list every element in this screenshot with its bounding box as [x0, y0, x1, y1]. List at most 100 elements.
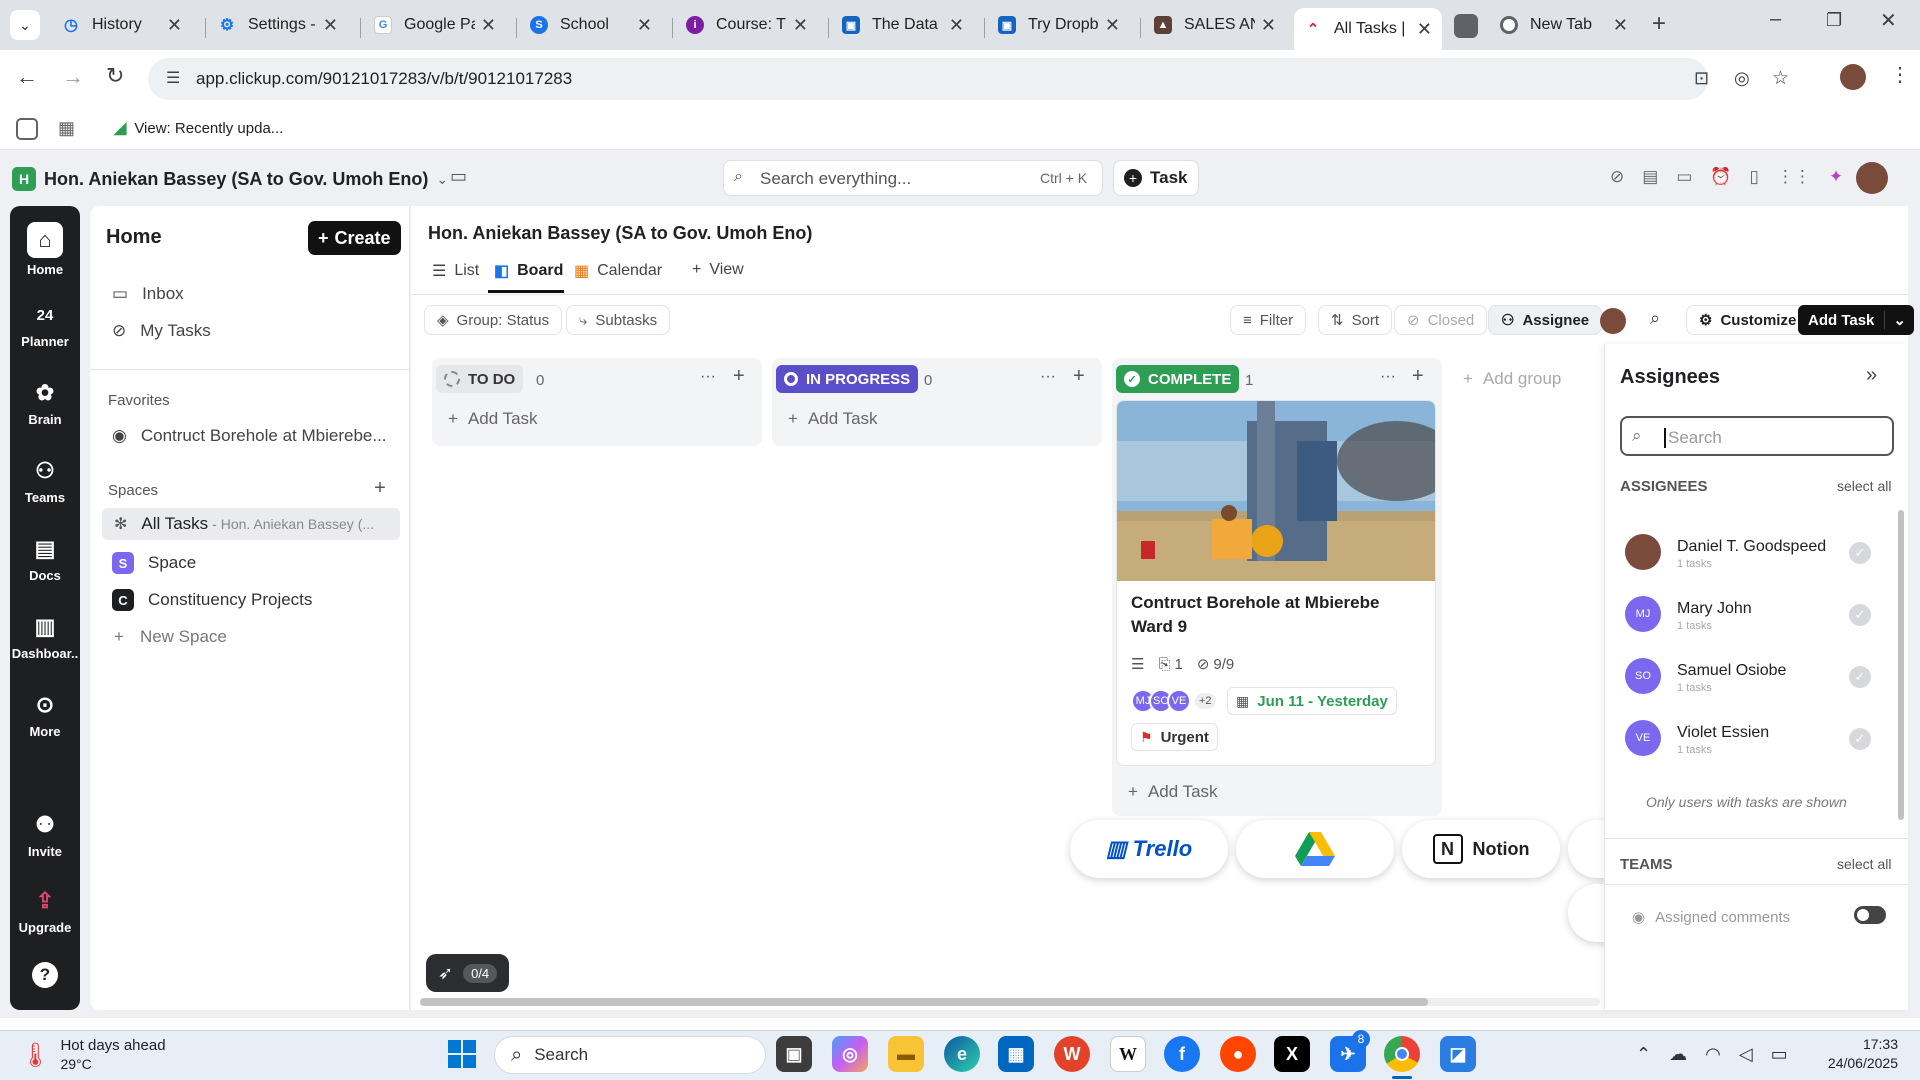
teams-select-all-link[interactable]: select all — [1837, 856, 1891, 872]
menu-icon[interactable]: ⋮ — [1890, 62, 1910, 87]
select-all-link[interactable]: select all — [1837, 478, 1891, 494]
file-explorer-icon[interactable]: ▬ — [888, 1036, 924, 1072]
tab-board[interactable]: ◧ Board — [494, 261, 563, 281]
close-icon[interactable]: ✕ — [793, 15, 808, 36]
check-icon[interactable]: ✓ — [1849, 728, 1871, 750]
battery-icon[interactable]: ▭ — [1771, 1044, 1788, 1065]
more-dots-icon[interactable]: ··· — [700, 368, 716, 386]
reading-mode-icon[interactable] — [16, 118, 38, 140]
closed-button[interactable]: ⊘ Closed — [1394, 305, 1488, 335]
due-date[interactable]: ▦ Jun 11 - Yesterday — [1227, 687, 1397, 715]
tab-new-tab[interactable]: New Tab ✕ — [1490, 8, 1638, 42]
me-avatar[interactable] — [1600, 308, 1626, 334]
sort-button[interactable]: ⇅ Sort — [1318, 305, 1393, 335]
add-task-in-progress[interactable]: + Add Task — [788, 409, 878, 429]
rail-upgrade[interactable]: ⇪ Upgrade — [10, 886, 80, 935]
new-tab-icon[interactable]: + — [1652, 10, 1666, 38]
chrome-taskbar-icon[interactable] — [1384, 1036, 1420, 1072]
rail-home[interactable]: ⌂ Home — [10, 222, 80, 277]
add-task-complete[interactable]: + Add Task — [1128, 782, 1218, 802]
assignee-button[interactable]: ⚇ Assignee — [1488, 305, 1603, 335]
add-icon[interactable]: + — [733, 365, 745, 388]
video-icon[interactable]: ▭ — [1676, 167, 1692, 187]
tab-history[interactable]: ◷ History ✕ — [52, 8, 192, 42]
alarm-icon[interactable]: ⏰ — [1710, 167, 1731, 187]
weather-widget[interactable]: 🌡 Hot days ahead 29°C — [20, 1030, 166, 1080]
new-task-button[interactable]: + Task — [1113, 160, 1199, 196]
maximize-icon[interactable]: ❐ — [1826, 10, 1842, 31]
check-icon[interactable]: ✓ — [1849, 604, 1871, 626]
close-icon[interactable]: ✕ — [1613, 15, 1628, 36]
close-icon[interactable]: ✕ — [1261, 15, 1276, 36]
more-dots-icon[interactable]: ··· — [1040, 368, 1056, 386]
notepad-icon[interactable]: ▤ — [1642, 167, 1658, 187]
rail-planner[interactable]: 24 Planner — [10, 300, 80, 350]
clock[interactable]: 17:33 24/06/2025 — [1818, 1035, 1898, 1073]
check-icon[interactable]: ✓ — [1849, 666, 1871, 688]
check-icon[interactable]: ✓ — [1849, 542, 1871, 564]
notion-card[interactable]: N Notion — [1402, 820, 1560, 878]
more-dots-icon[interactable]: ··· — [1380, 368, 1396, 386]
volume-icon[interactable]: ◁ — [1739, 1044, 1753, 1065]
sidebar-item-my-tasks[interactable]: ⊘ My Tasks — [112, 321, 211, 341]
bookmark-item[interactable]: ◢ View: Recently upda... — [114, 118, 283, 138]
rail-teams[interactable]: ⚇ Teams — [10, 456, 80, 505]
collapse-panel-icon[interactable]: » — [1866, 364, 1877, 387]
sidebar-item-space[interactable]: S Space — [112, 552, 196, 574]
tab-group-icon[interactable] — [1454, 14, 1478, 38]
onboarding-progress[interactable]: ➶ 0/4 — [426, 954, 510, 992]
add-view-button[interactable]: + View — [692, 261, 744, 279]
help-icon[interactable]: ? — [32, 962, 58, 988]
rail-dashboards[interactable]: ▥ Dashboar.. — [10, 612, 80, 661]
calendar-icon[interactable]: ▭ — [450, 166, 467, 187]
add-task-button[interactable]: Add Task ⌄ — [1798, 305, 1914, 335]
tab-settings[interactable]: ⚙ Settings - ✕ — [208, 8, 348, 42]
tab-list[interactable]: ☰ List — [432, 261, 479, 281]
site-info-icon[interactable]: ☰ — [166, 68, 180, 88]
add-task-todo[interactable]: + Add Task — [448, 409, 538, 429]
assignee-row[interactable]: Daniel T. Goodspeed 1 tasks ✓ — [1625, 528, 1875, 578]
forward-icon[interactable]: → — [62, 64, 84, 90]
address-bar[interactable]: ☰ app.clickup.com/90121017283/v/b/t/9012… — [148, 58, 1789, 100]
edge-icon[interactable]: e — [944, 1036, 980, 1072]
assignee-row[interactable]: MJ Mary John 1 tasks ✓ — [1625, 590, 1875, 640]
tab-calendar[interactable]: ▦ Calendar — [574, 261, 662, 281]
assignee-row[interactable]: VE Violet Essien 1 tasks ✓ — [1625, 714, 1875, 764]
new-space-button[interactable]: + New Space — [114, 627, 227, 647]
task-assignees[interactable]: MJ SO VE +2 — [1131, 689, 1216, 713]
reload-icon[interactable]: ↻ — [106, 63, 124, 89]
paint-icon[interactable]: ◪ — [1440, 1036, 1476, 1072]
close-icon[interactable]: ✕ — [167, 15, 182, 36]
tab-school[interactable]: S School ✕ — [520, 8, 662, 42]
add-icon[interactable]: + — [1412, 365, 1424, 388]
add-space-icon[interactable]: + — [368, 476, 392, 500]
tab-course[interactable]: i Course: Th✕ — [676, 8, 818, 42]
group-status-button[interactable]: ◈ Group: Status — [424, 305, 563, 335]
rail-brain[interactable]: ✿ Brain — [10, 378, 80, 427]
facebook-icon[interactable]: f — [1164, 1036, 1200, 1072]
task-card[interactable]: Contruct Borehole at Mbierebe Ward 9 ☰ ⎘… — [1116, 400, 1436, 766]
customize-button[interactable]: ⚙ Customize — [1686, 305, 1810, 335]
close-icon[interactable]: ✕ — [323, 15, 338, 36]
tab-the-data[interactable]: ▣ The Data ✕ — [832, 8, 974, 42]
close-icon[interactable]: ✕ — [949, 15, 964, 36]
apps-grid-icon[interactable]: ⋮⋮ — [1777, 167, 1811, 187]
add-icon[interactable]: + — [1073, 365, 1085, 388]
apps-icon[interactable]: ▦ — [58, 118, 75, 139]
workspace-switcher[interactable]: H Hon. Aniekan Bassey (SA to Gov. Umoh E… — [12, 164, 456, 194]
rail-docs[interactable]: ▤ Docs — [10, 534, 80, 583]
favorite-item[interactable]: ◉ Contruct Borehole at Mbierebe... — [112, 426, 387, 446]
checklist[interactable]: ⊘ 9/9 — [1197, 655, 1234, 674]
priority-badge[interactable]: ⚑ Urgent — [1131, 723, 1218, 751]
install-icon[interactable]: ⊡ — [1694, 68, 1709, 89]
assignee-search-input[interactable]: ⌕ Search — [1620, 416, 1894, 456]
onedrive-icon[interactable]: ☁ — [1669, 1044, 1687, 1065]
chevron-down-icon[interactable]: ⌄ — [1884, 311, 1914, 329]
rail-invite[interactable]: ⚉ Invite — [10, 810, 80, 859]
profile-avatar[interactable] — [1840, 64, 1866, 90]
ai-icon[interactable]: ✦ — [1829, 167, 1843, 187]
close-icon[interactable]: ✕ — [481, 15, 496, 36]
wikipedia-icon[interactable]: W — [1110, 1036, 1146, 1072]
close-icon[interactable]: ✕ — [1105, 15, 1120, 36]
sidebar-item-inbox[interactable]: ▭ Inbox — [112, 284, 184, 304]
